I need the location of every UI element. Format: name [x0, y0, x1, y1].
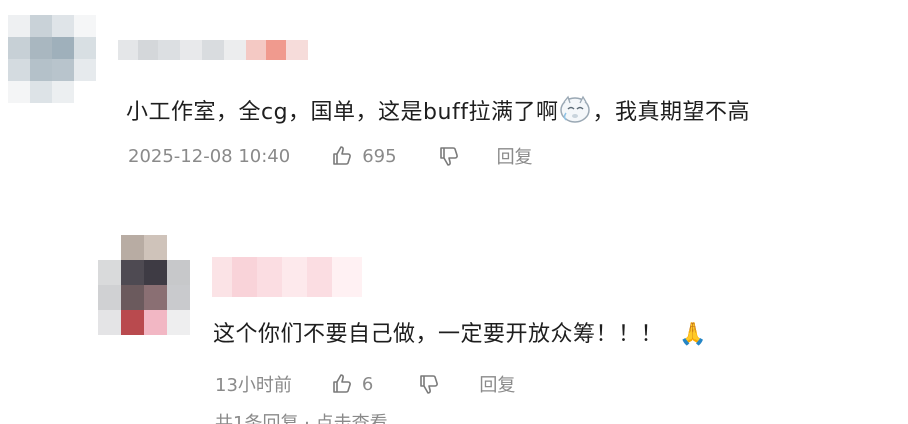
comment-text: 这个你们不要自己做，一定要开放众筹！！！ 🙏 [213, 321, 707, 349]
comment-meta: 13小时前 6 回复 [215, 371, 515, 397]
comment-text-main: 这个你们不要自己做，一定要开放众筹！！！ [213, 322, 664, 347]
thumbs-up-icon [330, 372, 354, 396]
avatar[interactable] [8, 15, 96, 103]
reply-button[interactable]: 回复 [497, 143, 533, 169]
sticker-face-icon [558, 94, 592, 132]
username-blurred[interactable] [118, 40, 308, 60]
view-replies-text: 共1条回复 · 点击查看 [215, 413, 388, 424]
thumbs-up-icon [330, 144, 354, 168]
dislike-button[interactable] [417, 372, 441, 396]
timestamp: 13小时前 [215, 375, 292, 396]
thumbs-down-icon [417, 372, 441, 396]
comment-text-main: 小工作室，全cg，国单，这是buff拉满了啊 [126, 100, 559, 125]
praying-hands-icon: 🙏 [679, 322, 707, 347]
reply-button[interactable]: 回复 [479, 371, 515, 397]
like-count: 695 [362, 145, 397, 167]
timestamp: 2025-12-08 10:40 [128, 145, 291, 167]
thumbs-down-icon [437, 144, 461, 168]
view-replies-link[interactable]: 共1条回复 · 点击查看 [215, 413, 388, 424]
like-button[interactable]: 695 [330, 144, 397, 168]
comment-text: 小工作室，全cg，国单，这是buff拉满了啊 ，我真期望不高 [126, 94, 750, 132]
comment-meta: 2025-12-08 10:40 695 回复 [128, 143, 533, 169]
avatar[interactable] [98, 235, 190, 335]
username-blurred[interactable] [212, 257, 362, 297]
comment-text-tail: ，我真期望不高 [592, 100, 750, 125]
like-count: 6 [361, 373, 374, 395]
dislike-button[interactable] [437, 144, 461, 168]
like-button[interactable]: 6 [330, 372, 373, 396]
